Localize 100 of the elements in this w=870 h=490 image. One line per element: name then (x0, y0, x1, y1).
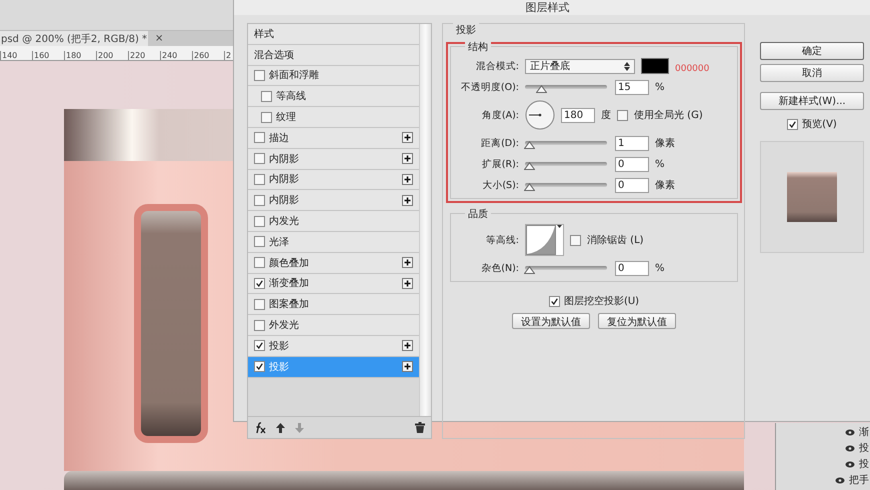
layer-name: 投 (859, 458, 869, 472)
style-label: 内阴影 (269, 172, 300, 186)
style-list-item[interactable]: 等高线 (248, 86, 419, 108)
field-label: 杂色(N): (480, 262, 519, 274)
style-list-item[interactable]: 光泽 (248, 232, 419, 253)
color-swatch[interactable] (641, 58, 669, 74)
style-list-item[interactable]: 渐变叠加 (248, 274, 419, 294)
style-list-item[interactable]: 图案叠加 (248, 294, 419, 316)
checkbox[interactable] (254, 340, 265, 352)
color-code-note: 000000 (675, 64, 710, 74)
checkbox[interactable] (787, 118, 798, 130)
style-list-item[interactable]: 斜面和浮雕 (248, 66, 419, 86)
style-label: 纹理 (276, 111, 297, 124)
checkbox[interactable] (570, 234, 581, 246)
checkbox[interactable] (261, 112, 272, 123)
number-field[interactable]: 15 (615, 80, 649, 94)
unit-label: % (655, 82, 665, 92)
field-label: 角度(A): (480, 108, 519, 122)
checkmark-icon (789, 120, 796, 128)
style-label: 图案叠加 (269, 298, 310, 312)
field-label: 混合模式: (474, 60, 519, 72)
dialog-button[interactable]: 取消 (760, 64, 864, 82)
checkbox[interactable] (254, 257, 265, 268)
dialog-button[interactable]: 确定 (760, 42, 864, 60)
eye-icon (835, 477, 845, 484)
checkbox[interactable] (254, 70, 265, 81)
scrollbar[interactable] (419, 24, 431, 416)
style-list-item[interactable]: 纹理 (248, 107, 419, 128)
style-list-item[interactable]: 样式 (248, 24, 419, 45)
close-button[interactable]: × (155, 33, 164, 44)
style-label: 等高线 (276, 90, 307, 104)
number-field[interactable]: 1 (615, 136, 649, 150)
style-list-item[interactable]: 外发光 (248, 315, 419, 336)
style-list-item[interactable]: 描边 (248, 128, 419, 149)
layer-name: 投 (859, 442, 869, 456)
style-list-item[interactable]: 投影 (248, 336, 419, 357)
checkbox[interactable] (617, 110, 628, 120)
blend-mode-dropdown[interactable]: 正片叠底 (525, 58, 635, 74)
unit-label: 像素 (655, 136, 675, 150)
up-arrow-icon (276, 422, 285, 432)
eye-icon (845, 429, 855, 436)
checkbox[interactable] (254, 298, 265, 310)
contour-picker[interactable] (525, 224, 564, 256)
checkbox[interactable] (254, 216, 265, 227)
angle-dial[interactable] (525, 100, 555, 130)
unit-label: % (655, 262, 665, 274)
default-button[interactable]: 设置为默认值 (512, 313, 590, 329)
dropdown-value: 正片叠底 (530, 60, 570, 73)
contour-curve-icon (526, 225, 556, 255)
checkbox[interactable] (254, 174, 265, 185)
window-title: 图层样式 (526, 0, 570, 15)
slider-thumb[interactable] (524, 141, 535, 149)
field-label: 等高线: (484, 234, 519, 246)
trash-icon (415, 422, 425, 433)
style-label: 光泽 (269, 236, 290, 249)
checkbox[interactable] (254, 320, 265, 331)
eye-icon (845, 461, 855, 468)
style-label: 混合选项 (254, 48, 295, 62)
checkbox[interactable] (261, 90, 272, 102)
style-label: 描边 (269, 132, 290, 145)
updown-caret-icon (624, 62, 630, 70)
style-label: 样式 (254, 28, 275, 41)
style-list-item[interactable]: 内阴影 (248, 148, 419, 170)
number-field[interactable]: 0 (615, 178, 649, 192)
style-label: 内阴影 (269, 194, 300, 208)
unit-label: 像素 (655, 178, 675, 192)
ruler-label: 220 (128, 51, 160, 60)
checkbox[interactable] (548, 296, 560, 306)
number-field[interactable]: 180 (561, 108, 595, 122)
style-label: 颜色叠加 (269, 256, 310, 270)
default-button[interactable]: 复位为默认值 (598, 313, 676, 329)
style-list-item[interactable]: 颜色叠加 (248, 252, 419, 274)
checkbox[interactable] (254, 132, 265, 144)
slider-thumb[interactable] (536, 85, 548, 93)
checkmark-icon (550, 298, 558, 304)
checkbox[interactable] (254, 153, 265, 164)
field-label: 大小(S): (481, 178, 519, 192)
slider-thumb[interactable] (524, 183, 535, 191)
ruler-label: 140 (0, 51, 32, 60)
checkbox[interactable] (254, 194, 265, 206)
style-label: 内发光 (269, 214, 300, 228)
dialog-button[interactable]: 新建样式(W)... (760, 92, 864, 110)
layer-name: 把手 (849, 474, 869, 488)
style-label: 投影 (269, 340, 290, 353)
style-list-item[interactable]: 内发光 (248, 211, 419, 232)
style-list-item[interactable]: 内阴影 (248, 170, 419, 190)
style-list-item[interactable]: 混合选项 (248, 44, 419, 66)
checkbox[interactable] (254, 278, 265, 289)
slider-thumb[interactable] (524, 266, 535, 274)
checkmark-icon (256, 363, 263, 370)
checkbox[interactable] (254, 236, 265, 248)
field-label: 距离(D): (480, 136, 519, 150)
unit-label: 度 (601, 108, 611, 122)
eye-icon (845, 445, 855, 452)
field-label: 扩展(R): (480, 158, 519, 170)
style-label: 外发光 (269, 318, 300, 332)
number-field[interactable]: 0 (615, 156, 649, 172)
checkbox[interactable] (254, 361, 265, 372)
style-list-item[interactable]: 内阴影 (248, 190, 419, 212)
number-field[interactable]: 0 (615, 260, 649, 276)
